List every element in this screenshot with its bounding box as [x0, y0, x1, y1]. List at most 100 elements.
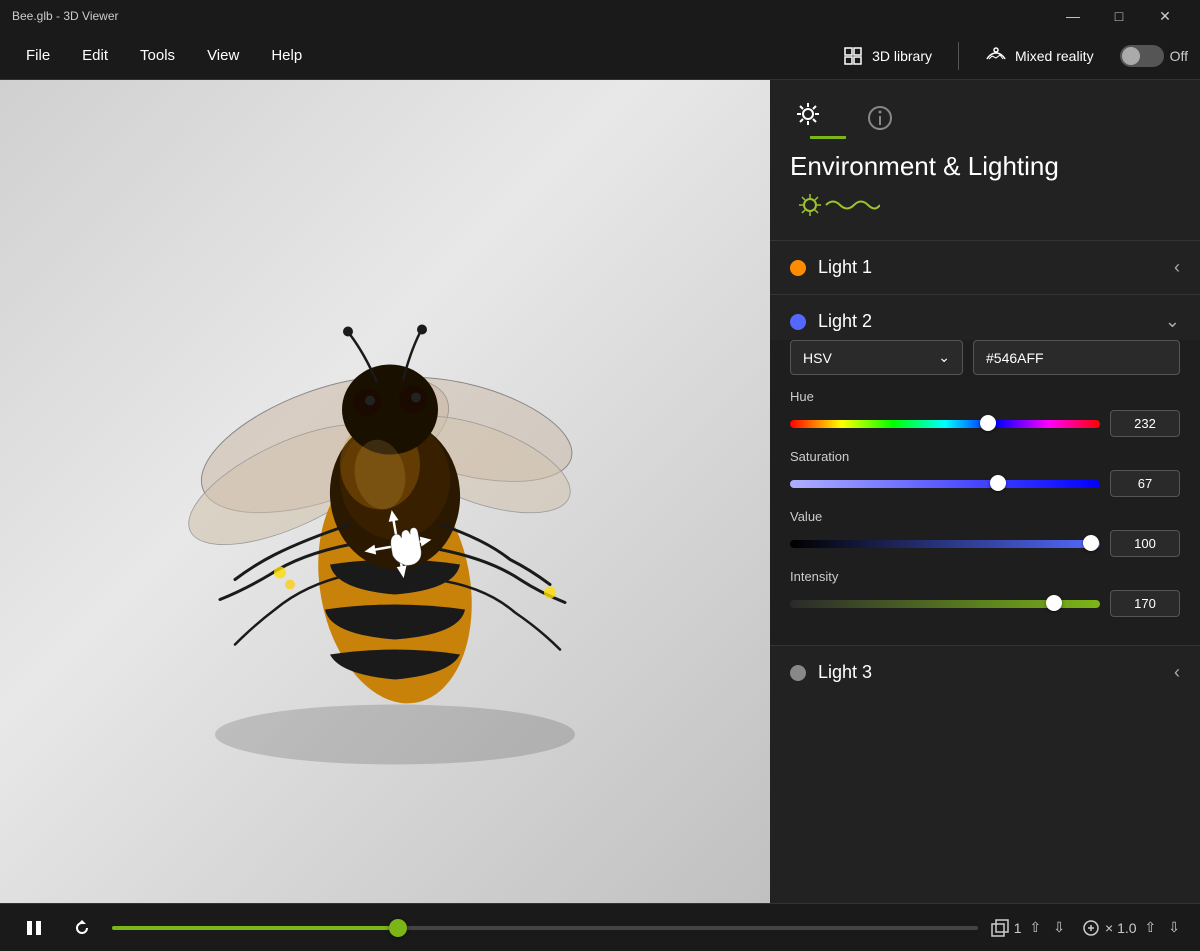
saturation-thumb[interactable] — [990, 475, 1006, 491]
saturation-slider-row: Saturation — [790, 449, 1180, 497]
play-pause-button[interactable] — [16, 910, 52, 946]
mixed-reality-label: Mixed reality — [1015, 48, 1094, 64]
hue-track[interactable] — [790, 420, 1100, 428]
menu-view[interactable]: View — [193, 41, 253, 70]
minimize-button[interactable]: — — [1050, 0, 1096, 32]
value-value[interactable] — [1110, 530, 1180, 557]
menu-tools[interactable]: Tools — [126, 41, 189, 70]
panel-title: Environment & Lighting — [770, 139, 1200, 190]
hue-label: Hue — [790, 389, 1180, 404]
hex-input[interactable] — [973, 340, 1180, 375]
light-3-label: Light 3 — [818, 662, 872, 683]
menu-divider — [958, 42, 959, 70]
menu-help[interactable]: Help — [257, 41, 316, 70]
progress-thumb — [389, 919, 407, 937]
color-picker-row: HSV ⌄ — [790, 340, 1180, 375]
zoom-down-button[interactable]: ⇩ — [1164, 917, 1184, 938]
intensity-value[interactable] — [1110, 590, 1180, 617]
intensity-label: Intensity — [790, 569, 1180, 584]
light-3-chevron: ‹ — [1174, 662, 1180, 683]
light-1-dot — [790, 260, 806, 276]
light-2-left: Light 2 — [790, 311, 872, 332]
toggle-thumb — [1122, 47, 1140, 65]
viewport[interactable] — [0, 80, 770, 903]
value-slider-row: Value — [790, 509, 1180, 557]
hsv-label: HSV — [803, 350, 832, 366]
deco-area — [770, 190, 1200, 240]
light-1-item[interactable]: Light 1 ‹ — [770, 240, 1200, 294]
light-1-chevron: ‹ — [1174, 257, 1180, 278]
progress-fill — [112, 926, 398, 930]
saturation-value[interactable] — [1110, 470, 1180, 497]
hue-slider-row: Hue — [790, 389, 1180, 437]
titlebar: Bee.glb - 3D Viewer — □ ✕ — [0, 0, 1200, 32]
main-layout: Environment & Lighting Light 1 — [0, 80, 1200, 903]
mixed-reality-icon — [985, 45, 1007, 67]
gesture-cursor — [357, 503, 441, 600]
hsv-chevron: ⌄ — [938, 349, 950, 366]
lighting-tab[interactable] — [790, 96, 826, 132]
saturation-label: Saturation — [790, 449, 1180, 464]
menu-edit[interactable]: Edit — [68, 41, 122, 70]
light-3-left: Light 3 — [790, 662, 872, 683]
hand-cursor-icon — [357, 503, 439, 589]
model-count: 1 — [1014, 920, 1022, 936]
window-controls: — □ ✕ — [1050, 0, 1188, 32]
menu-right: 3D library Mixed reality Off — [832, 39, 1188, 73]
light-1-label: Light 1 — [818, 257, 872, 278]
saturation-track[interactable] — [790, 480, 1100, 488]
value-track[interactable] — [790, 540, 1100, 548]
value-thumb[interactable] — [1083, 535, 1099, 551]
intensity-slider-row: Intensity — [790, 569, 1180, 617]
progress-bar[interactable] — [112, 926, 978, 930]
light-1-left: Light 1 — [790, 257, 872, 278]
right-panel: Environment & Lighting Light 1 — [770, 80, 1200, 903]
panel-tabs — [770, 80, 1200, 139]
library-icon — [842, 45, 864, 67]
toggle-track[interactable] — [1120, 45, 1164, 67]
light-3-item[interactable]: Light 3 ‹ — [770, 645, 1200, 699]
light-2-dot — [790, 314, 806, 330]
bee-model — [125, 244, 645, 794]
value-label: Value — [790, 509, 1180, 524]
viewport-background — [0, 80, 770, 903]
hue-thumb[interactable] — [980, 415, 996, 431]
intensity-thumb[interactable] — [1046, 595, 1062, 611]
menubar: File Edit Tools View Help 3D library Mix… — [0, 32, 1200, 80]
light-3-dot — [790, 665, 806, 681]
zoom-level: × 1.0 — [1105, 920, 1137, 936]
value-controls — [790, 530, 1180, 557]
hue-value[interactable] — [1110, 410, 1180, 437]
intensity-track[interactable] — [790, 600, 1100, 608]
close-button[interactable]: ✕ — [1142, 0, 1188, 32]
deco-sun-icon — [790, 190, 880, 220]
light-2-chevron: ⌄ — [1165, 311, 1180, 332]
mixed-reality-button[interactable]: Mixed reality — [975, 39, 1104, 73]
toolbar-right: 1 ⇧ ⇩ × 1.0 ⇧ ⇩ — [990, 917, 1184, 938]
library-label: 3D library — [872, 48, 932, 64]
light-2-label: Light 2 — [818, 311, 872, 332]
hsv-select[interactable]: HSV ⌄ — [790, 340, 963, 375]
light-2-item[interactable]: Light 2 ⌄ — [770, 294, 1200, 340]
hue-controls — [790, 410, 1180, 437]
toggle-label: Off — [1170, 48, 1188, 64]
maximize-button[interactable]: □ — [1096, 0, 1142, 32]
sun-icon — [795, 101, 821, 127]
zoom-up-button[interactable]: ⇧ — [1141, 917, 1161, 938]
model-icon — [990, 918, 1010, 938]
menu-file[interactable]: File — [12, 41, 64, 70]
refresh-icon — [73, 919, 91, 937]
menu-items: File Edit Tools View Help — [12, 41, 832, 70]
model-down-button[interactable]: ⇩ — [1049, 917, 1069, 938]
refresh-button[interactable] — [64, 910, 100, 946]
pause-icon — [25, 919, 43, 937]
mixed-reality-toggle[interactable]: Off — [1120, 45, 1188, 67]
library-button[interactable]: 3D library — [832, 39, 942, 73]
bottom-toolbar: 1 ⇧ ⇩ × 1.0 ⇧ ⇩ — [0, 903, 1200, 951]
info-icon — [867, 105, 893, 131]
intensity-controls — [790, 590, 1180, 617]
info-tab[interactable] — [862, 100, 898, 136]
zoom-icon — [1081, 918, 1101, 938]
window-title: Bee.glb - 3D Viewer — [12, 9, 119, 23]
model-up-button[interactable]: ⇧ — [1026, 917, 1046, 938]
